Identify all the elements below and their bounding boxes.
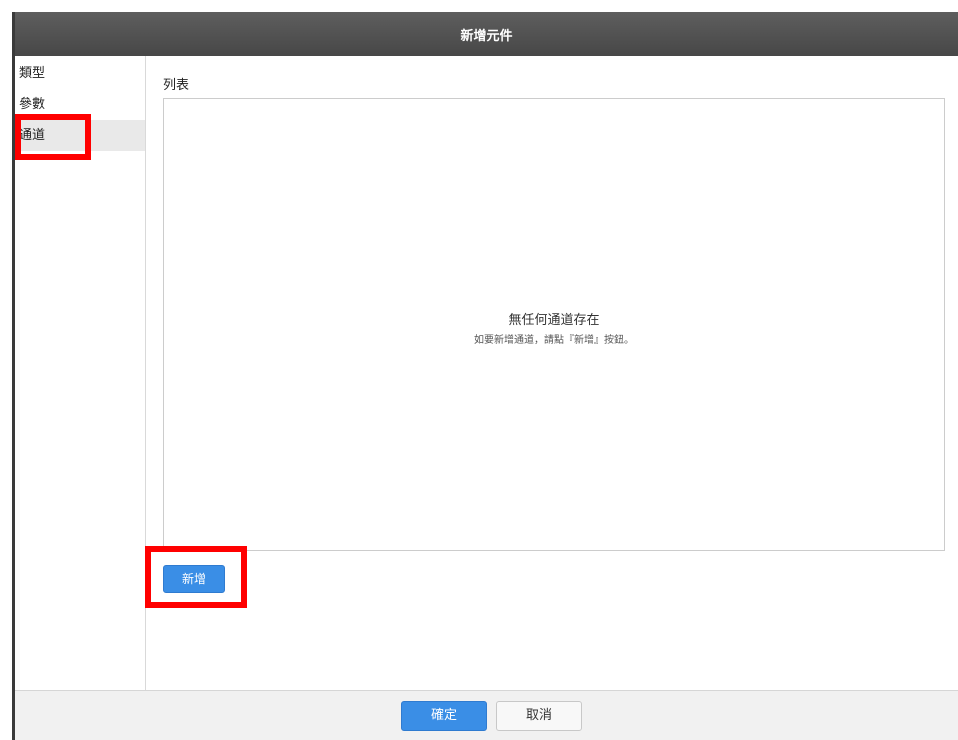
sidebar-item-type[interactable]: 類型	[15, 58, 145, 89]
sidebar: 類型 參數 通道	[15, 56, 146, 690]
sidebar-item-label: 通道	[19, 128, 46, 143]
dialog-title: 新增元件	[460, 28, 513, 44]
add-channel-button[interactable]: 新增	[163, 565, 225, 593]
ok-button[interactable]: 確定	[401, 701, 487, 731]
channel-list[interactable]: 無任何通道存在 如要新增通道，請點『新增』按鈕。	[163, 98, 945, 551]
list-label: 列表	[163, 78, 190, 93]
sidebar-item-label: 參數	[19, 97, 46, 112]
main-panel: 列表 無任何通道存在 如要新增通道，請點『新增』按鈕。 新增	[146, 56, 958, 690]
sidebar-item-channels[interactable]: 通道	[15, 120, 145, 151]
background-top	[0, 0, 958, 12]
add-component-dialog: 新增元件 類型 參數 通道 列表 無任何通道存在 如要新增通道，請點『新增』按鈕…	[12, 12, 958, 740]
background-left	[0, 0, 12, 740]
dialog-titlebar[interactable]: 新增元件	[15, 12, 958, 56]
dialog-footer: 確定 取消	[15, 690, 958, 740]
sidebar-item-parameters[interactable]: 參數	[15, 89, 145, 120]
empty-state-title: 無任何通道存在	[508, 313, 600, 328]
sidebar-item-label: 類型	[19, 66, 46, 81]
empty-state-hint: 如要新增通道，請點『新增』按鈕。	[474, 335, 634, 346]
cancel-button[interactable]: 取消	[496, 701, 582, 731]
